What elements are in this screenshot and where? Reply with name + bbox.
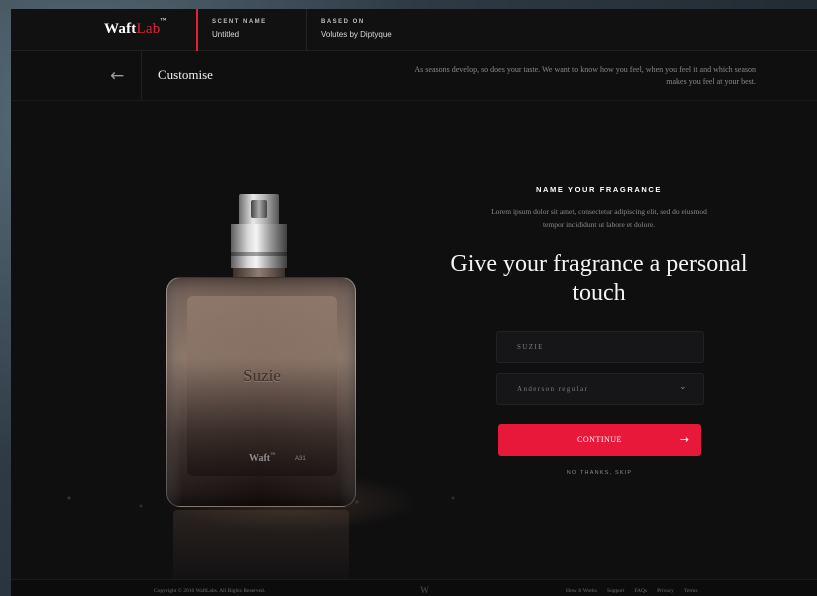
bottle-collar-ring [231, 252, 287, 256]
waftlab-logo[interactable]: WaftLab™ [104, 18, 167, 38]
section-headline: Give your fragrance a personal touch [450, 251, 748, 306]
subheader-divider [141, 51, 142, 101]
section-lead: Lorem ipsum dolor sit amet, consectetur … [491, 207, 707, 229]
footer-link-privacy[interactable]: Privacy [657, 588, 674, 594]
bottle-glass: Suzie Waft™ A31 [166, 277, 356, 507]
bottle-brand-text: Waft [249, 453, 271, 464]
scent-name-block: SCENT NAME Untitled [212, 19, 267, 39]
based-on-block: BASED ON Volutes by Diptyque [321, 19, 392, 39]
bottle-liquid [187, 296, 337, 476]
footer-link-how-it-works[interactable]: How It Works [566, 588, 597, 594]
bottle-atomizer [239, 194, 279, 224]
top-bar: WaftLab™ SCENT NAME Untitled BASED ON Vo… [11, 9, 817, 51]
app-frame: WaftLab™ SCENT NAME Untitled BASED ON Vo… [11, 9, 817, 596]
footer-link-support[interactable]: Support [607, 588, 624, 594]
footer-link-faqs[interactable]: FAQs [634, 588, 647, 594]
header-accent-divider [196, 9, 198, 51]
skip-link[interactable]: NO THANKS, SKIP [498, 470, 701, 476]
footer: Copyright © 2016 WaftLabs. All Rights Re… [11, 579, 817, 596]
perfume-bottle-image: Suzie Waft™ A31 [21, 192, 501, 592]
logo-main: Waft [104, 21, 137, 37]
footer-links: How It Works Support FAQs Privacy Terms [566, 588, 698, 594]
scent-name-value: Untitled [212, 30, 240, 39]
scent-name-label: SCENT NAME [212, 19, 267, 25]
sub-header: ← Customise As seasons develop, so does … [11, 51, 817, 101]
based-on-value: Volutes by Diptyque [321, 30, 392, 39]
page-title: Customise [158, 67, 213, 82]
logo-accent: Lab [136, 21, 161, 37]
fragrance-name-input[interactable] [497, 332, 703, 362]
continue-button[interactable]: CONTINUE → [498, 424, 701, 456]
copyright-text: Copyright © 2016 WaftLabs. All Rights Re… [154, 588, 266, 594]
based-on-label: BASED ON [321, 19, 365, 25]
fragrance-name-field[interactable] [496, 331, 704, 363]
logo-trademark: ™ [160, 18, 167, 24]
page-description: As seasons develop, so does your taste. … [414, 65, 756, 86]
bottle-engraved-name: Suzie [243, 366, 281, 385]
footer-link-terms[interactable]: Terms [684, 588, 698, 594]
section-eyebrow: NAME YOUR FRAGRANCE [535, 185, 663, 194]
bottle-brand-mark: Waft™ [249, 453, 275, 464]
bottle-collar [231, 224, 287, 268]
font-select-value[interactable]: Anderson regular [497, 374, 703, 404]
header-divider [306, 9, 307, 51]
footer-logo-mark: W [420, 585, 429, 595]
bottle-reflection [173, 510, 349, 590]
bottle-brand-tm: ™ [270, 453, 276, 458]
back-arrow-icon[interactable]: ← [110, 66, 124, 86]
chevron-down-icon[interactable]: ⌄ [679, 382, 689, 392]
bottle-code: A31 [295, 456, 306, 462]
font-select[interactable]: Anderson regular ⌄ [496, 373, 704, 405]
continue-button-label: CONTINUE [577, 435, 622, 444]
arrow-right-icon: → [679, 433, 689, 446]
